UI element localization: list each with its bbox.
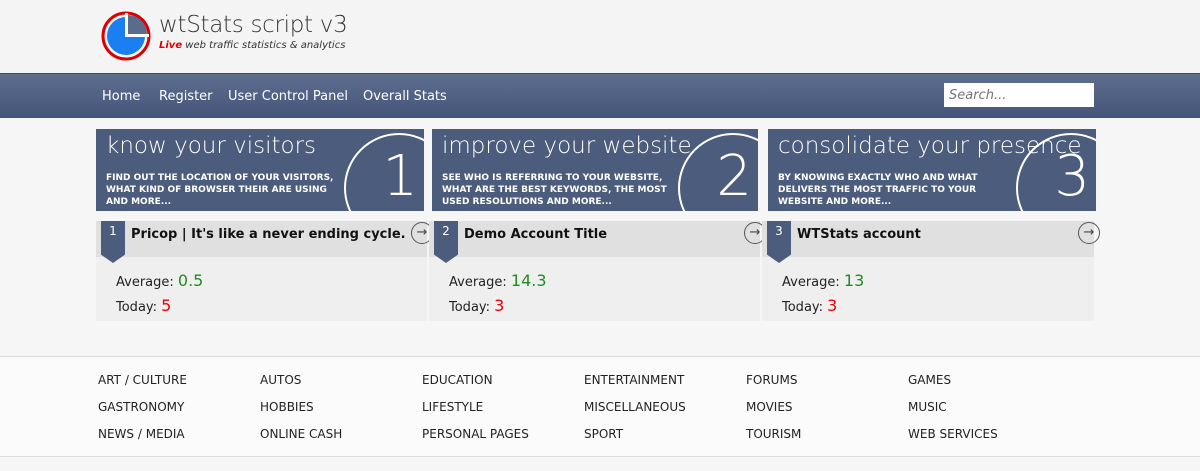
arrow-right-icon[interactable]: →: [1078, 222, 1100, 244]
today-label: Today:: [782, 300, 824, 315]
average-value: 13: [843, 271, 865, 290]
tagline-live: Live: [159, 40, 183, 51]
category-link[interactable]: MOVIES: [746, 400, 793, 414]
site-title-link[interactable]: WTStats account: [797, 227, 921, 242]
average-stat: Average: 0.5: [116, 271, 203, 290]
category-link[interactable]: MUSIC: [908, 400, 947, 414]
rank-ribbon: 3: [767, 221, 791, 263]
category-link[interactable]: MISCELLANEOUS: [584, 400, 686, 414]
rank-number: 1: [109, 224, 117, 238]
rank-ribbon: 2: [434, 221, 458, 263]
today-stat: Today: 5: [116, 296, 171, 315]
logo-pie-chart-icon[interactable]: [101, 11, 151, 61]
nav-register[interactable]: Register: [159, 89, 213, 104]
category-link[interactable]: PERSONAL PAGES: [422, 427, 529, 441]
today-value: 5: [161, 296, 172, 315]
banner-text: FIND OUT THE LOCATION OF YOUR VISITORS, …: [106, 173, 334, 207]
site-title-link[interactable]: Pricop | It's like a never ending cycle.: [131, 227, 406, 242]
category-link[interactable]: NEWS / MEDIA: [98, 427, 185, 441]
category-link[interactable]: WEB SERVICES: [908, 427, 998, 441]
site-title-link[interactable]: Demo Account Title: [464, 227, 607, 242]
category-link[interactable]: GASTRONOMY: [98, 400, 184, 414]
average-label: Average:: [449, 275, 507, 290]
site-card: 2 Demo Account Title → Average: 14.3 Tod…: [429, 221, 766, 321]
banner-number: 3: [1054, 144, 1090, 209]
average-value: 14.3: [510, 271, 547, 290]
rank-number: 3: [775, 224, 783, 238]
category-link[interactable]: ART / CULTURE: [98, 373, 187, 387]
category-link[interactable]: AUTOS: [260, 373, 301, 387]
site-title[interactable]: wtStats script v3: [159, 12, 348, 38]
today-value: 3: [827, 296, 838, 315]
category-footer: ART / CULTURE GASTRONOMY NEWS / MEDIA AUTOS…: [0, 356, 1200, 457]
average-value: 0.5: [177, 271, 204, 290]
average-label: Average:: [782, 275, 840, 290]
tagline: Live web traffic statistics & analytics: [159, 40, 345, 51]
category-link[interactable]: TOURISM: [746, 427, 801, 441]
today-label: Today:: [449, 300, 491, 315]
site-card: 1 Pricop | It's like a never ending cycl…: [96, 221, 433, 321]
category-link[interactable]: HOBBIES: [260, 400, 314, 414]
category-link[interactable]: LIFESTYLE: [422, 400, 483, 414]
nav-user-control-panel[interactable]: User Control Panel: [228, 89, 348, 104]
average-label: Average:: [116, 275, 174, 290]
nav-overall-stats[interactable]: Overall Stats: [363, 89, 447, 104]
site-card: 3 WTStats account → Average: 13 Today: 3: [762, 221, 1100, 321]
nav-bar: Home Register User Control Panel Overall…: [0, 73, 1200, 118]
search-input[interactable]: [944, 83, 1094, 107]
banner-number: 2: [716, 144, 752, 209]
today-stat: Today: 3: [449, 296, 504, 315]
banner-number: 1: [382, 144, 418, 209]
nav-home[interactable]: Home: [102, 89, 140, 104]
tagline-text: web traffic statistics & analytics: [182, 40, 346, 51]
rank-number: 2: [442, 224, 450, 238]
today-label: Today:: [116, 300, 158, 315]
rank-ribbon: 1: [101, 221, 125, 263]
today-stat: Today: 3: [782, 296, 837, 315]
banner-consolidate-presence: consolidate your presence BY KNOWING EXA…: [768, 129, 1096, 211]
banner-title: improve your website: [442, 133, 692, 159]
category-link[interactable]: SPORT: [584, 427, 623, 441]
banner-improve-website: improve your website SEE WHO IS REFERRIN…: [432, 129, 758, 211]
average-stat: Average: 13: [782, 271, 864, 290]
category-link[interactable]: ENTERTAINMENT: [584, 373, 684, 387]
category-link[interactable]: ONLINE CASH: [260, 427, 342, 441]
category-link[interactable]: FORUMS: [746, 373, 797, 387]
category-link[interactable]: EDUCATION: [422, 373, 493, 387]
category-link[interactable]: GAMES: [908, 373, 951, 387]
average-stat: Average: 14.3: [449, 271, 547, 290]
banner-know-visitors: know your visitors FIND OUT THE LOCATION…: [96, 129, 424, 211]
banner-text: SEE WHO IS REFERRING TO YOUR WEBSITE, WH…: [442, 173, 667, 207]
header: wtStats script v3 Live web traffic stati…: [0, 0, 1200, 73]
banner-text: BY KNOWING EXACTLY WHO AND WHAT DELIVERS…: [778, 173, 978, 207]
banner-title: know your visitors: [106, 133, 317, 159]
today-value: 3: [494, 296, 505, 315]
